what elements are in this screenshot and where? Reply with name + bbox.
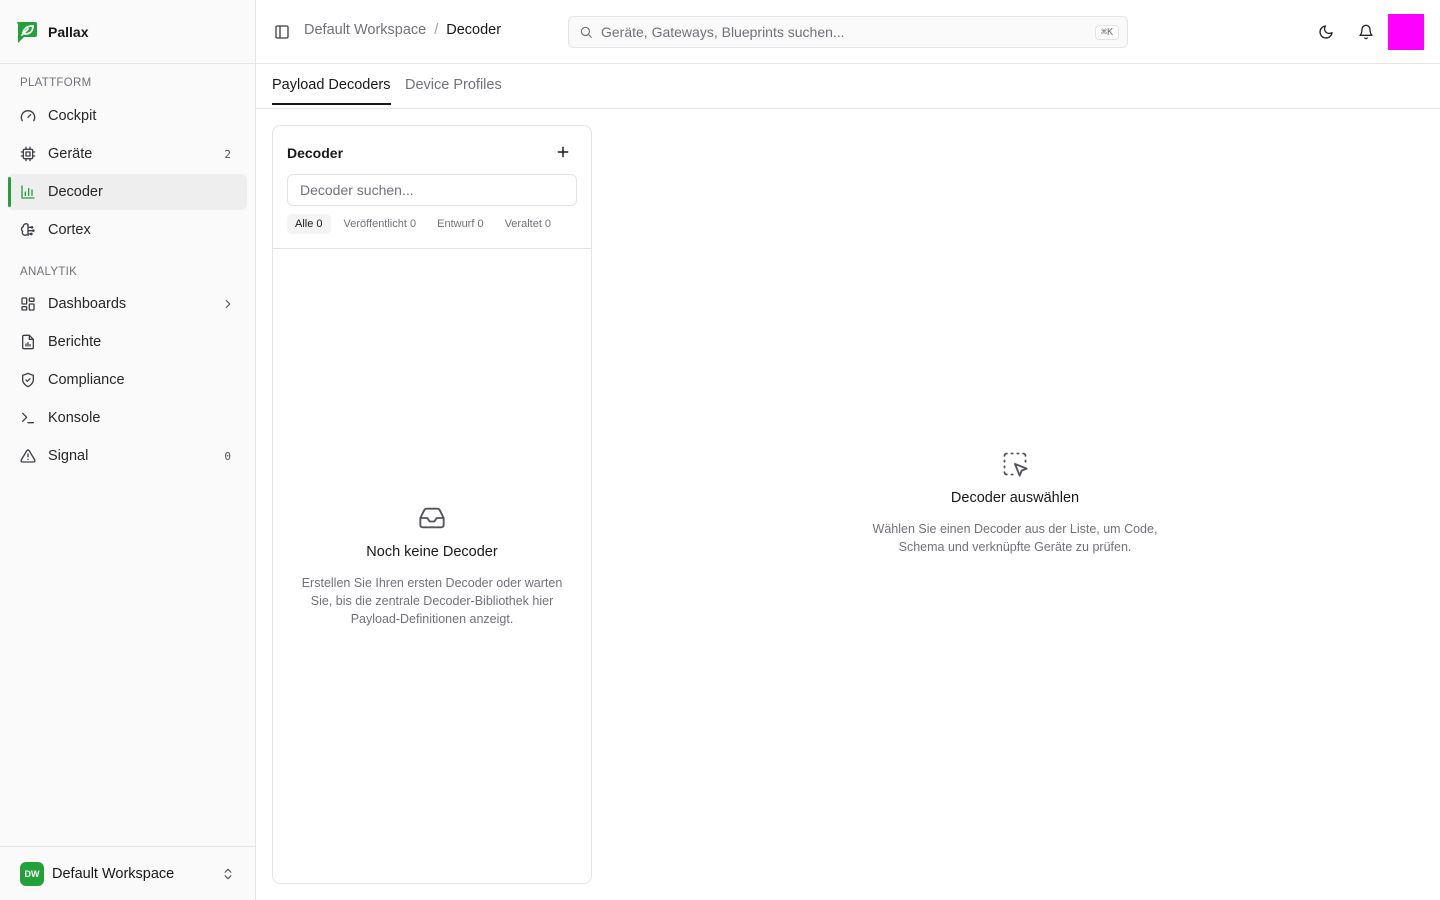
signal-count-badge: 0 — [224, 449, 231, 463]
workspace-switcher[interactable]: DW Default Workspace — [0, 846, 255, 900]
file-report-icon — [20, 334, 36, 350]
sidebar-item-konsole[interactable]: Konsole — [8, 400, 247, 436]
global-search[interactable]: ⌘K — [568, 16, 1128, 48]
sidebar-toggle-icon[interactable] — [274, 24, 290, 40]
search-shortcut-hint: ⌘K — [1094, 24, 1119, 40]
filter-draft[interactable]: Entwurf 0 — [429, 214, 491, 234]
empty-state-description: Erstellen Sie Ihren ersten Decoder oder … — [301, 576, 563, 626]
filter-all[interactable]: Alle 0 — [287, 214, 331, 234]
sidebar-item-cortex[interactable]: Cortex — [8, 212, 247, 248]
chip-icon — [20, 146, 36, 162]
detail-title: Decoder auswählen — [950, 490, 1080, 506]
sidebar-item-label: Cockpit — [48, 108, 97, 124]
warning-icon — [20, 448, 36, 464]
brand-name: Pallax — [48, 23, 89, 40]
empty-state-title: Noch keine Decoder — [366, 544, 498, 560]
sidebar-item-label: Signal — [48, 448, 89, 464]
search-icon — [579, 25, 593, 39]
global-search-input[interactable] — [601, 24, 1095, 40]
sidebar-item-label: Konsole — [48, 410, 101, 426]
add-decoder-button[interactable] — [555, 144, 571, 160]
chevron-up-down-icon — [221, 867, 235, 881]
sidebar-item-label: Geräte — [48, 146, 93, 162]
inbox-icon — [418, 504, 446, 532]
filter-deprecated[interactable]: Veraltet 0 — [497, 214, 559, 234]
decoder-detail-placeholder: Decoder auswählen Wählen Sie einen Decod… — [850, 450, 1180, 556]
decoder-empty-state: Noch keine Decoder Erstellen Sie Ihren e… — [273, 504, 591, 628]
sidebar-item-label: Decoder — [48, 184, 103, 200]
bell-icon[interactable] — [1358, 24, 1374, 40]
sidebar-item-geraete[interactable]: Geräte 2 — [8, 136, 247, 172]
decoder-list-panel: Decoder Alle 0 Veröffentlicht 0 Entwurf … — [272, 125, 592, 884]
sidebar: Pallax PLATTFORM Cockpit Geräte 2 Decode… — [0, 0, 256, 900]
user-avatar[interactable] — [1388, 14, 1424, 50]
decoder-panel-title: Decoder — [287, 145, 344, 161]
breadcrumb-workspace[interactable]: Default Workspace — [304, 22, 426, 38]
pallax-logo-icon — [14, 19, 40, 45]
decoder-status-filters: Alle 0 Veröffentlicht 0 Entwurf 0 Veralt… — [287, 214, 564, 234]
top-header: Default Workspace / Decoder ⌘K — [256, 0, 1440, 64]
sidebar-item-cockpit[interactable]: Cockpit — [8, 98, 247, 134]
devices-count-badge: 2 — [224, 147, 231, 161]
section-label-analytik: ANALYTIK — [20, 266, 78, 278]
workspace-avatar: DW — [20, 861, 44, 886]
sidebar-item-label: Berichte — [48, 334, 102, 350]
workspace-name: Default Workspace — [52, 865, 175, 882]
sidebar-item-label: Dashboards — [48, 296, 127, 312]
section-label-plattform: PLATTFORM — [20, 77, 92, 89]
dashed-cursor-select-icon — [1001, 450, 1029, 478]
filter-published[interactable]: Veröffentlicht 0 — [336, 214, 425, 234]
brain-icon — [20, 222, 36, 238]
decoder-search-input[interactable] — [287, 174, 577, 206]
sidebar-item-dashboards[interactable]: Dashboards — [8, 286, 247, 322]
chevron-right-icon[interactable] — [221, 297, 235, 311]
detail-description: Wählen Sie einen Decoder aus der Liste, … — [872, 522, 1158, 554]
decoder-panel-header: Decoder Alle 0 Veröffentlicht 0 Entwurf … — [273, 126, 591, 249]
bar-chart-icon — [20, 184, 36, 200]
sidebar-item-label: Compliance — [48, 372, 125, 388]
grid-icon — [20, 296, 36, 312]
tab-payload-decoders[interactable]: Payload Decoders — [272, 77, 391, 105]
sidebar-item-signal[interactable]: Signal 0 — [8, 438, 247, 474]
breadcrumb-separator: / — [434, 22, 439, 38]
moon-icon[interactable] — [1318, 24, 1334, 40]
sidebar-item-label: Cortex — [48, 222, 91, 238]
tab-bar: Payload Decoders Device Profiles — [256, 64, 1440, 109]
breadcrumb-current: Decoder — [446, 22, 502, 38]
brand[interactable]: Pallax — [0, 0, 255, 64]
shield-check-icon — [20, 372, 36, 388]
terminal-icon — [20, 410, 36, 426]
gauge-icon — [20, 108, 36, 124]
sidebar-item-berichte[interactable]: Berichte — [8, 324, 247, 360]
sidebar-item-compliance[interactable]: Compliance — [8, 362, 247, 398]
sidebar-item-decoder[interactable]: Decoder — [8, 174, 247, 210]
tab-device-profiles[interactable]: Device Profiles — [405, 77, 502, 105]
breadcrumb: Default Workspace / Decoder — [304, 22, 501, 38]
